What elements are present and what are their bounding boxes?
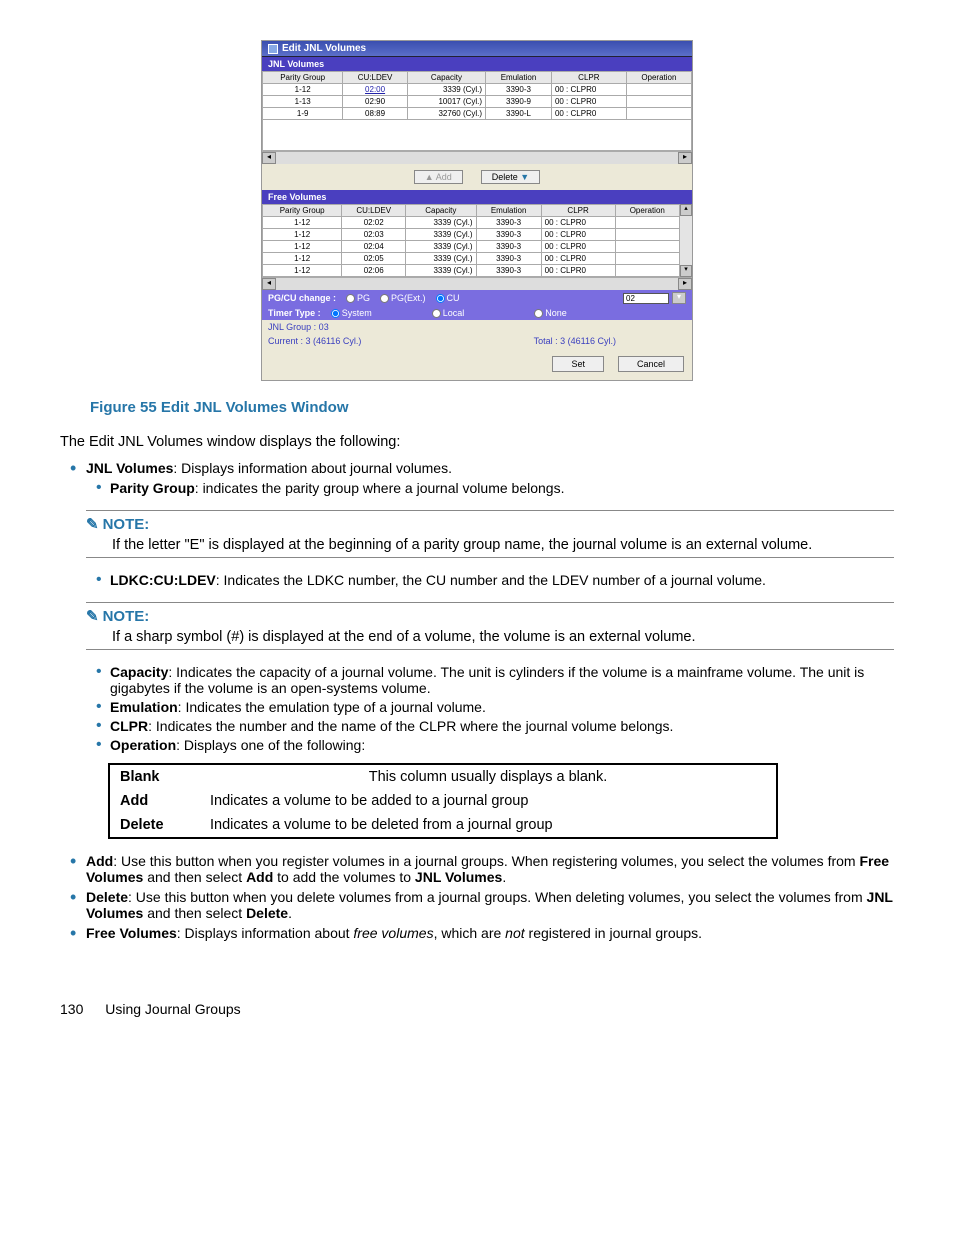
cancel-button[interactable]: Cancel xyxy=(618,356,684,372)
radio-pg[interactable]: PG xyxy=(346,293,370,303)
list-item: Capacity: Indicates the capacity of a jo… xyxy=(110,664,894,696)
table-row[interactable]: 1-1202:063339 (Cyl.)3390-300 : CLPR0 xyxy=(263,265,680,277)
edit-jnl-window: Edit JNL Volumes JNL Volumes Parity Grou… xyxy=(261,40,693,381)
current-info: Current : 3 (46116 Cyl.) xyxy=(268,336,361,346)
col-parity-group[interactable]: Parity Group xyxy=(263,205,342,217)
radio-system[interactable]: System xyxy=(331,308,372,318)
col-capacity[interactable]: Capacity xyxy=(407,72,485,84)
pgcu-label: PG/CU change : xyxy=(268,293,336,303)
radio-local[interactable]: Local xyxy=(432,308,465,318)
col-operation[interactable]: Operation xyxy=(626,72,691,84)
set-button[interactable]: Set xyxy=(552,356,604,372)
scroll-right-icon[interactable]: ▸ xyxy=(678,152,692,164)
list-item: Emulation: Indicates the emulation type … xyxy=(110,699,894,715)
list-item: LDKC:CU:LDEV: Indicates the LDKC number,… xyxy=(110,572,894,588)
free-volumes-header: Free Volumes xyxy=(262,190,692,204)
dropdown-icon[interactable]: ▾ xyxy=(672,292,686,304)
scroll-up-icon[interactable]: ▴ xyxy=(680,204,692,216)
free-hscroll[interactable]: ◂▸ xyxy=(262,277,692,290)
note-body: If the letter "E" is displayed at the be… xyxy=(112,537,894,553)
timer-type-bar: Timer Type : System Local None xyxy=(262,306,692,320)
table-row[interactable]: 1-1202:053339 (Cyl.)3390-300 : CLPR0 xyxy=(263,253,680,265)
scroll-right-icon[interactable]: ▸ xyxy=(678,278,692,290)
col-emulation[interactable]: Emulation xyxy=(486,72,552,84)
scroll-left-icon[interactable]: ◂ xyxy=(262,278,276,290)
list-item: Delete: Use this button when you delete … xyxy=(86,889,894,921)
list-item: Parity Group: indicates the parity group… xyxy=(110,480,894,496)
note-title: NOTE: xyxy=(103,608,150,625)
window-titlebar: Edit JNL Volumes xyxy=(262,41,692,57)
free-vscroll[interactable]: ▴▾ xyxy=(680,204,692,277)
list-item: Operation: Displays one of the following… xyxy=(110,737,894,753)
table-row[interactable]: 1-1302:9010017 (Cyl.)3390-900 : CLPR0 xyxy=(263,96,692,108)
radio-none[interactable]: None xyxy=(534,308,567,318)
table-row[interactable]: 1-1202:003339 (Cyl.)3390-300 : CLPR0 xyxy=(263,84,692,96)
note-body: If a sharp symbol (#) is displayed at th… xyxy=(112,629,894,645)
total-info: Total : 3 (46116 Cyl.) xyxy=(534,336,616,346)
scroll-left-icon[interactable]: ◂ xyxy=(262,152,276,164)
jnl-hscroll[interactable]: ◂▸ xyxy=(262,151,692,164)
cu-select[interactable]: 02 xyxy=(623,293,669,304)
list-item: CLPR: Indicates the number and the name … xyxy=(110,718,894,734)
col-capacity[interactable]: Capacity xyxy=(406,205,477,217)
note-icon: ✎ xyxy=(86,515,99,533)
page-footer: 130 Using Journal Groups xyxy=(60,1001,894,1017)
pgcu-change-bar: PG/CU change : PG PG(Ext.) CU 02 ▾ xyxy=(262,290,692,306)
window-title: Edit JNL Volumes xyxy=(282,43,366,54)
window-icon xyxy=(268,44,278,54)
page-number: 130 xyxy=(60,1001,83,1017)
add-button[interactable]: ▲ Add xyxy=(414,170,463,184)
radio-pg-ext[interactable]: PG(Ext.) xyxy=(380,293,426,303)
table-row[interactable]: 1-1202:043339 (Cyl.)3390-300 : CLPR0 xyxy=(263,241,680,253)
delete-button[interactable]: Delete ▼ xyxy=(481,170,540,184)
note-block: ✎NOTE: If the letter "E" is displayed at… xyxy=(86,510,894,558)
table-row[interactable]: 1-1202:023339 (Cyl.)3390-300 : CLPR0 xyxy=(263,217,680,229)
chevron-down-icon: ▼ xyxy=(520,172,529,182)
figure-caption: Figure 55 Edit JNL Volumes Window xyxy=(90,399,894,416)
note-icon: ✎ xyxy=(86,607,99,625)
col-parity-group[interactable]: Parity Group xyxy=(263,72,343,84)
table-row[interactable]: 1-908:8932760 (Cyl.)3390-L00 : CLPR0 xyxy=(263,108,692,120)
list-item: Add: Use this button when you register v… xyxy=(86,853,894,885)
col-culdev[interactable]: CU:LDEV xyxy=(343,72,408,84)
col-clpr[interactable]: CLPR xyxy=(541,205,615,217)
note-block: ✎NOTE: If a sharp symbol (#) is displaye… xyxy=(86,602,894,650)
timer-label: Timer Type : xyxy=(268,308,321,318)
col-operation[interactable]: Operation xyxy=(615,205,679,217)
section-title: Using Journal Groups xyxy=(105,1001,240,1017)
scroll-down-icon[interactable]: ▾ xyxy=(680,265,692,277)
operation-table: BlankThis column usually displays a blan… xyxy=(108,763,778,839)
jnl-volumes-table: Parity Group CU:LDEV Capacity Emulation … xyxy=(262,71,692,151)
radio-cu[interactable]: CU xyxy=(436,293,460,303)
list-item: Free Volumes: Displays information about… xyxy=(86,925,894,941)
col-emulation[interactable]: Emulation xyxy=(476,205,541,217)
col-clpr[interactable]: CLPR xyxy=(551,72,626,84)
note-title: NOTE: xyxy=(103,516,150,533)
table-row[interactable]: 1-1202:033339 (Cyl.)3390-300 : CLPR0 xyxy=(263,229,680,241)
free-volumes-table: Parity Group CU:LDEV Capacity Emulation … xyxy=(262,204,680,277)
intro-text: The Edit JNL Volumes window displays the… xyxy=(60,434,894,450)
list-item: JNL Volumes: Displays information about … xyxy=(86,460,894,496)
jnl-volumes-header: JNL Volumes xyxy=(262,57,692,71)
jnl-group-info: JNL Group : 03 xyxy=(262,320,692,334)
col-culdev[interactable]: CU:LDEV xyxy=(342,205,406,217)
